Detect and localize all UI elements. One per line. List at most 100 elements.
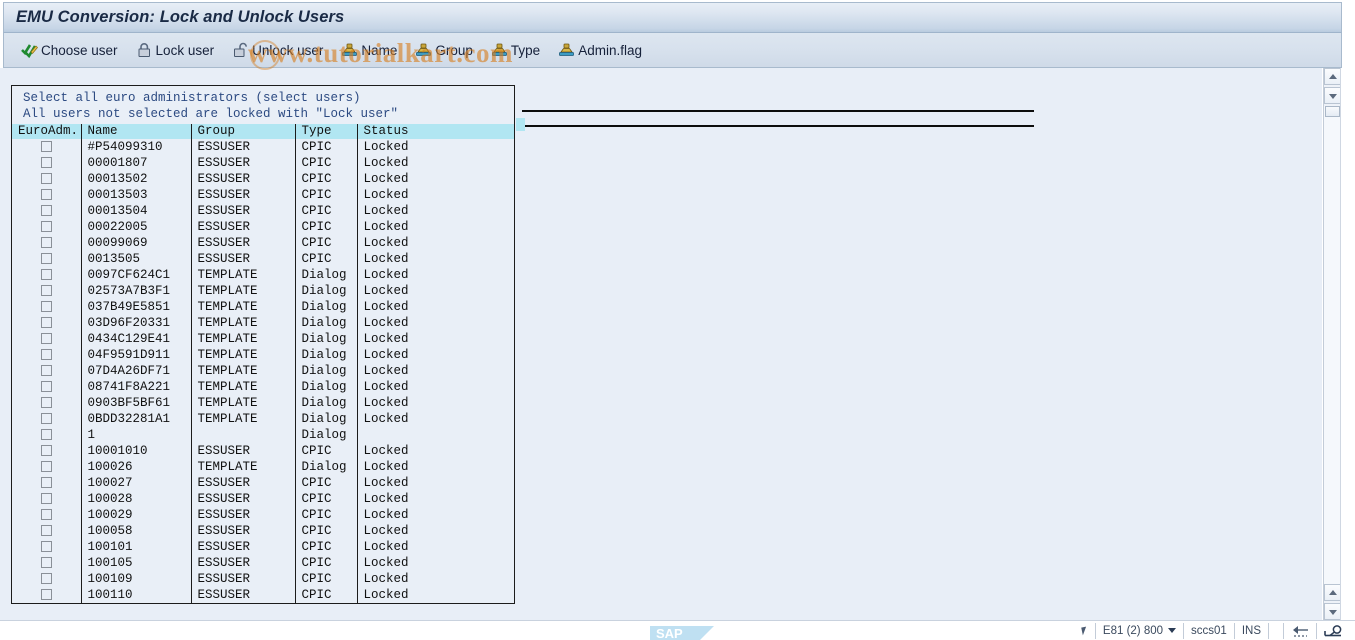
checkbox-icon[interactable] — [41, 301, 52, 312]
row-select-cell[interactable] — [12, 571, 81, 587]
checkbox-icon[interactable] — [41, 317, 52, 328]
row-select-cell[interactable] — [12, 139, 81, 155]
column-header-group[interactable]: Group — [191, 124, 295, 139]
table-row[interactable]: 100028ESSUSERCPICLocked — [12, 491, 514, 507]
table-row[interactable]: 00099069ESSUSERCPICLocked — [12, 235, 514, 251]
table-row[interactable]: 100026TEMPLATEDialogLocked — [12, 459, 514, 475]
row-select-cell[interactable] — [12, 443, 81, 459]
table-row[interactable]: 00001807ESSUSERCPICLocked — [12, 155, 514, 171]
table-row[interactable]: #P54099310ESSUSERCPICLocked — [12, 139, 514, 155]
row-select-cell[interactable] — [12, 539, 81, 555]
row-select-cell[interactable] — [12, 411, 81, 427]
checkbox-icon[interactable] — [41, 525, 52, 536]
row-select-cell[interactable] — [12, 331, 81, 347]
checkbox-icon[interactable] — [41, 285, 52, 296]
sort-by-group-button[interactable]: Group — [412, 36, 482, 64]
row-select-cell[interactable] — [12, 587, 81, 603]
lock-user-button[interactable]: Lock user — [133, 36, 224, 64]
checkbox-icon[interactable] — [41, 413, 52, 424]
table-row[interactable]: 03D96F20331TEMPLATEDialogLocked — [12, 315, 514, 331]
checkbox-icon[interactable] — [41, 237, 52, 248]
row-select-cell[interactable] — [12, 555, 81, 571]
row-select-cell[interactable] — [12, 251, 81, 267]
row-select-cell[interactable] — [12, 283, 81, 299]
checkbox-icon[interactable] — [41, 189, 52, 200]
checkbox-icon[interactable] — [41, 221, 52, 232]
table-row[interactable]: 100029ESSUSERCPICLocked — [12, 507, 514, 523]
row-select-cell[interactable] — [12, 171, 81, 187]
table-row[interactable]: 10001010ESSUSERCPICLocked — [12, 443, 514, 459]
row-select-cell[interactable] — [12, 427, 81, 443]
table-row[interactable]: 08741F8A221TEMPLATEDialogLocked — [12, 379, 514, 395]
sort-by-admin-flag-button[interactable]: Admin.flag — [555, 36, 651, 64]
table-row[interactable]: 100110ESSUSERCPICLocked — [12, 587, 514, 603]
table-row[interactable]: 100101ESSUSERCPICLocked — [12, 539, 514, 555]
checkbox-icon[interactable] — [41, 269, 52, 280]
choose-user-button[interactable]: Choose user — [18, 36, 127, 64]
row-select-cell[interactable] — [12, 395, 81, 411]
checkbox-icon[interactable] — [41, 541, 52, 552]
row-select-cell[interactable] — [12, 267, 81, 283]
sort-by-type-button[interactable]: Type — [488, 36, 549, 64]
row-select-cell[interactable] — [12, 379, 81, 395]
table-row[interactable]: 00013502ESSUSERCPICLocked — [12, 171, 514, 187]
session-info-cell[interactable] — [1316, 623, 1351, 639]
row-select-cell[interactable] — [12, 459, 81, 475]
table-row[interactable]: 07D4A26DF71TEMPLATEDialogLocked — [12, 363, 514, 379]
table-row[interactable]: 037B49E5851TEMPLATEDialogLocked — [12, 299, 514, 315]
checkbox-icon[interactable] — [41, 557, 52, 568]
checkbox-icon[interactable] — [41, 477, 52, 488]
table-row[interactable]: 0097CF624C1TEMPLATEDialogLocked — [12, 267, 514, 283]
scroll-down-button[interactable] — [1324, 87, 1341, 104]
table-row[interactable]: 0BDD32281A1TEMPLATEDialogLocked — [12, 411, 514, 427]
table-row[interactable]: 00013504ESSUSERCPICLocked — [12, 203, 514, 219]
checkbox-icon[interactable] — [41, 461, 52, 472]
checkbox-icon[interactable] — [41, 509, 52, 520]
row-select-cell[interactable] — [12, 475, 81, 491]
table-row[interactable]: 100058ESSUSERCPICLocked — [12, 523, 514, 539]
column-header-euroadm[interactable]: EuroAdm. — [12, 124, 81, 139]
checkbox-icon[interactable] — [41, 349, 52, 360]
back-navigation-cell[interactable] — [1283, 623, 1316, 639]
row-select-cell[interactable] — [12, 347, 81, 363]
unlock-user-button[interactable]: Unlock user — [229, 36, 332, 64]
scroll-down-button-bottom[interactable] — [1324, 603, 1341, 620]
table-row[interactable]: 0013505ESSUSERCPICLocked — [12, 251, 514, 267]
insert-mode-cell[interactable]: INS — [1234, 623, 1268, 639]
scroll-thumb[interactable] — [1325, 106, 1340, 117]
checkbox-icon[interactable] — [41, 573, 52, 584]
chevron-down-icon[interactable] — [1168, 628, 1176, 633]
scroll-up-button-bottom[interactable] — [1324, 584, 1341, 601]
table-row[interactable]: 1Dialog — [12, 427, 514, 443]
column-header-type[interactable]: Type — [295, 124, 357, 139]
table-row[interactable]: 0903BF5BF61TEMPLATEDialogLocked — [12, 395, 514, 411]
table-row[interactable]: 100027ESSUSERCPICLocked — [12, 475, 514, 491]
sort-by-name-button[interactable]: Name — [338, 36, 406, 64]
checkbox-icon[interactable] — [41, 589, 52, 600]
system-info-cell[interactable]: E81 (2) 800 — [1095, 623, 1183, 639]
table-row[interactable]: 0434C129E41TEMPLATEDialogLocked — [12, 331, 514, 347]
row-select-cell[interactable] — [12, 155, 81, 171]
table-row[interactable]: 04F9591D911TEMPLATEDialogLocked — [12, 347, 514, 363]
checkbox-icon[interactable] — [41, 205, 52, 216]
scroll-track[interactable] — [1324, 106, 1341, 584]
checkbox-icon[interactable] — [41, 141, 52, 152]
checkbox-icon[interactable] — [41, 445, 52, 456]
table-row[interactable]: 00022005ESSUSERCPICLocked — [12, 219, 514, 235]
row-select-cell[interactable] — [12, 363, 81, 379]
table-row[interactable]: 02573A7B3F1TEMPLATEDialogLocked — [12, 283, 514, 299]
checkbox-icon[interactable] — [41, 333, 52, 344]
row-select-cell[interactable] — [12, 491, 81, 507]
row-select-cell[interactable] — [12, 203, 81, 219]
checkbox-icon[interactable] — [41, 397, 52, 408]
vertical-scrollbar[interactable] — [1323, 68, 1341, 620]
table-row[interactable]: 100109ESSUSERCPICLocked — [12, 571, 514, 587]
checkbox-icon[interactable] — [41, 157, 52, 168]
checkbox-icon[interactable] — [41, 429, 52, 440]
checkbox-icon[interactable] — [41, 493, 52, 504]
scroll-up-button[interactable] — [1324, 68, 1341, 85]
row-select-cell[interactable] — [12, 299, 81, 315]
checkbox-icon[interactable] — [41, 253, 52, 264]
checkbox-icon[interactable] — [41, 173, 52, 184]
column-header-status[interactable]: Status — [357, 124, 514, 139]
